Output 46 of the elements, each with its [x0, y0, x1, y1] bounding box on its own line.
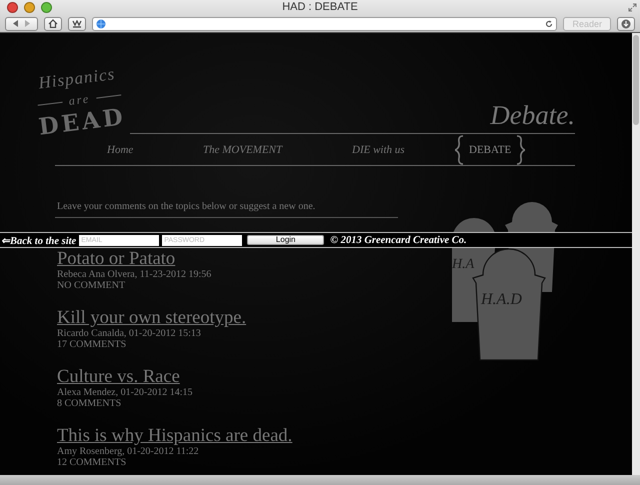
- tombstone-label: H.A: [452, 257, 474, 272]
- fullscreen-icon[interactable]: [628, 3, 637, 12]
- post-title-link[interactable]: Culture vs. Race: [57, 367, 180, 387]
- post-meta: Ricardo Canalda, 01-20-2012 15:13: [57, 328, 201, 339]
- globe-icon: [96, 18, 106, 28]
- downloads-button[interactable]: [617, 16, 635, 30]
- window-title: HAD : DEBATE: [282, 1, 358, 13]
- logo-text: DEAD: [37, 105, 127, 139]
- logo-text: Hispanics: [37, 64, 116, 94]
- tombstone-label: H.A.D: [481, 291, 522, 308]
- intro-text: Leave your comments on the topics below or suggest a new one.: [57, 201, 316, 212]
- comment-count: NO COMMENT: [57, 280, 126, 291]
- top-sites-button[interactable]: [68, 16, 86, 30]
- post-title-link[interactable]: Potato or Patato: [57, 249, 176, 269]
- back-forward-buttons[interactable]: [5, 16, 38, 30]
- post-meta: Amy Rosenberg, 01-20-2012 11:22: [57, 446, 199, 457]
- nav-link[interactable]: DEBATE: [469, 144, 512, 156]
- nav-link[interactable]: The MOVEMENT: [203, 144, 282, 156]
- logo-divider: [38, 101, 63, 106]
- download-icon: [621, 18, 631, 28]
- post-title-link[interactable]: This is why Hispanics are dead.: [57, 426, 292, 446]
- logo-divider: [96, 94, 122, 98]
- close-button[interactable]: [7, 2, 18, 13]
- reload-icon[interactable]: [545, 20, 554, 28]
- logo-text: are: [68, 92, 91, 107]
- page-title: Debate.: [490, 100, 575, 130]
- zoom-button[interactable]: [41, 2, 52, 13]
- nav-link[interactable]: Home: [107, 144, 134, 156]
- post-meta: Rebeca Ana Olvera, 11-23-2012 19:56: [57, 269, 212, 280]
- comment-count: 17 COMMENTS: [57, 339, 126, 350]
- comment-count: 12 COMMENTS: [57, 457, 126, 468]
- address-field[interactable]: [92, 16, 558, 30]
- nav-link[interactable]: DIE with us: [352, 144, 405, 156]
- back-to-site-link[interactable]: ⇐Back to the site: [1, 234, 76, 246]
- home-icon: [48, 19, 58, 28]
- post-meta: Alexa Mendez, 01-20-2012 14:15: [57, 387, 193, 398]
- scrollbar[interactable]: [632, 33, 640, 475]
- login-button[interactable]: Login: [247, 235, 324, 245]
- crown-icon: [72, 20, 82, 28]
- comment-count: 8 COMMENTS: [57, 398, 122, 409]
- minimize-button[interactable]: [24, 2, 35, 13]
- post-title-link[interactable]: Kill your own stereotype.: [57, 308, 246, 328]
- brace-icon: [455, 134, 465, 164]
- home-button[interactable]: [44, 16, 62, 30]
- brace-icon: [515, 134, 526, 164]
- copyright-text: © 2013 Greencard Creative Co.: [330, 234, 467, 246]
